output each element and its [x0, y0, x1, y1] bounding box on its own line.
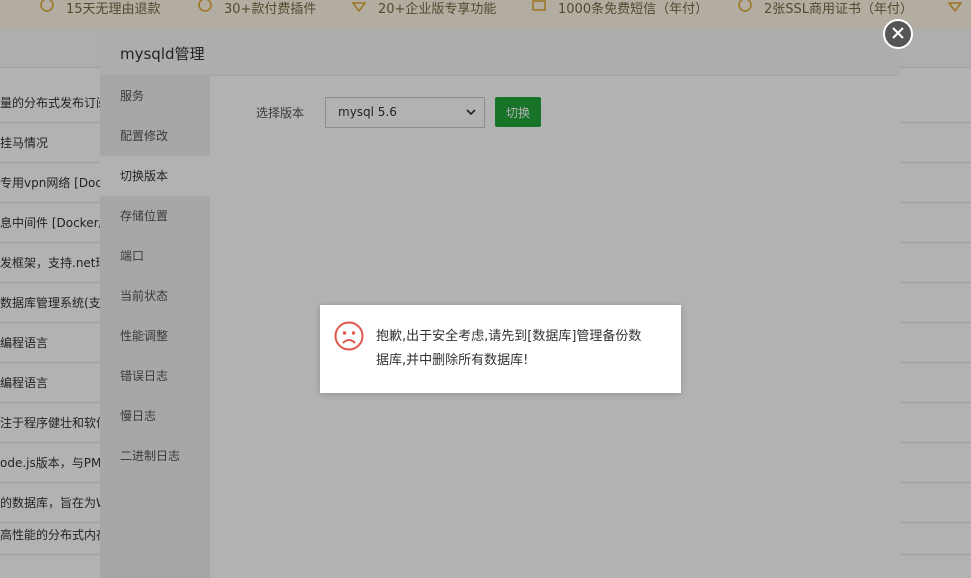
close-dialog-button[interactable] [883, 19, 913, 49]
warning-line-1: 抱歉,出于安全考虑,请先到[数据库]管理备份数 [376, 329, 642, 344]
close-icon [892, 26, 904, 42]
warning-line-2: 据库,并中删除所有数据库! [376, 353, 529, 368]
warning-message: 抱歉,出于安全考虑,请先到[数据库]管理备份数 据库,并中删除所有数据库! [320, 305, 681, 393]
warning-text: 抱歉,出于安全考虑,请先到[数据库]管理备份数 据库,并中删除所有数据库! [376, 325, 671, 373]
sad-face-icon [334, 321, 364, 351]
